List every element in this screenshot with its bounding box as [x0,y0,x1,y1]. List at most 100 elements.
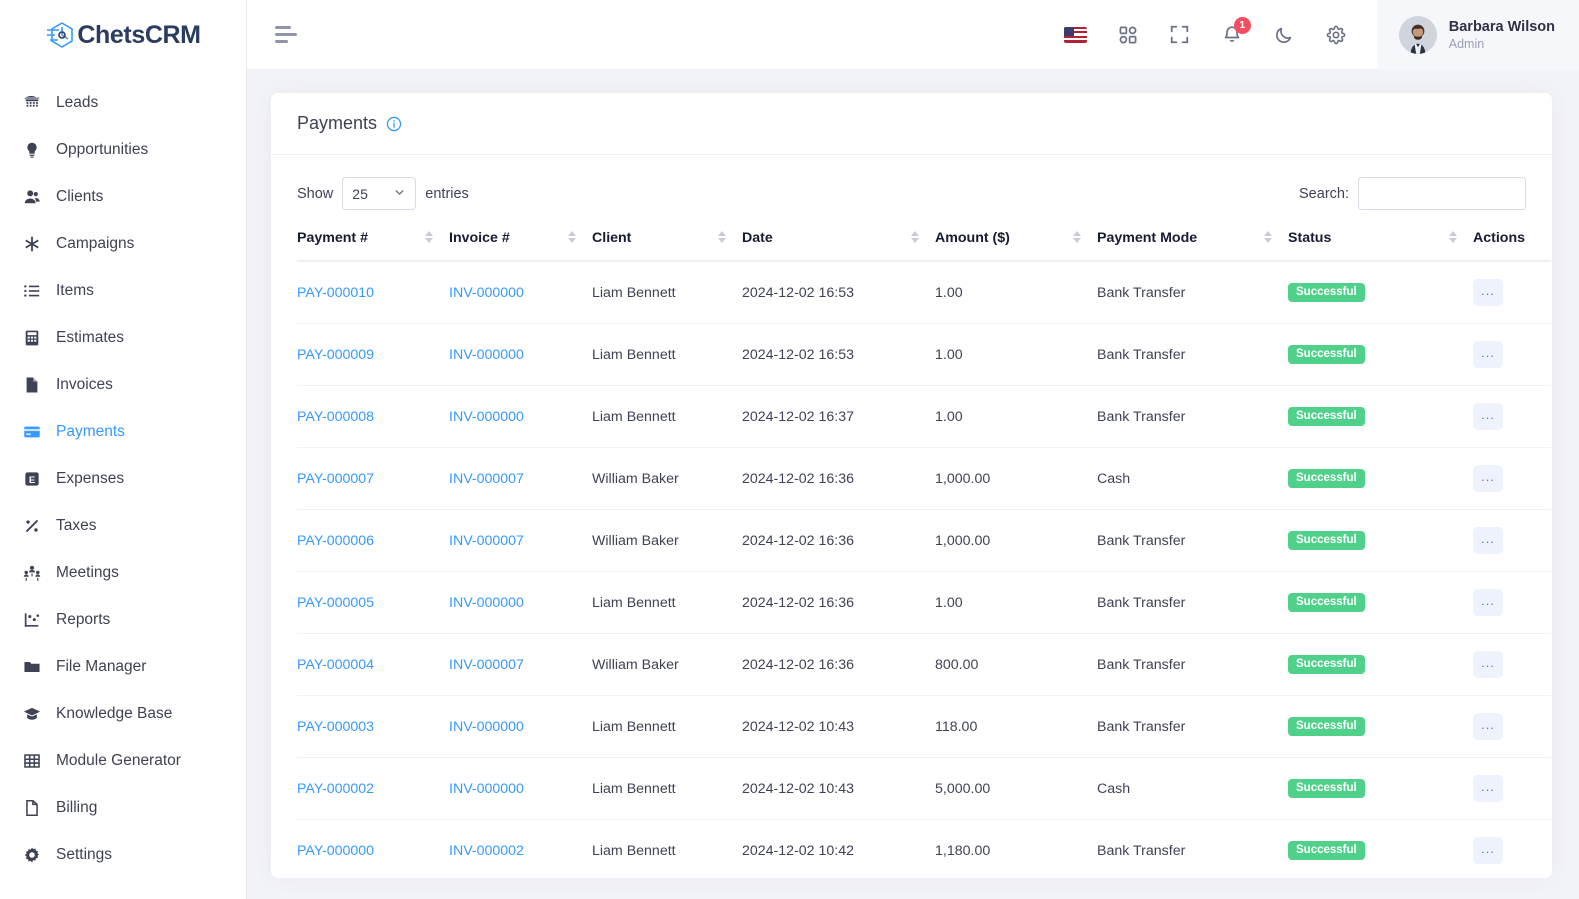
language-flag-us-icon[interactable] [1063,22,1089,48]
cell-payment-mode: Bank Transfer [1097,695,1288,758]
sidebar-item-clients[interactable]: Clients [0,173,246,220]
invoice-link[interactable]: INV-000000 [449,285,524,301]
invoice-link[interactable]: INV-000007 [449,471,524,487]
fullscreen-icon[interactable] [1167,22,1193,48]
sort-toggle-icon[interactable] [1449,231,1457,243]
invoice-link[interactable]: INV-000000 [449,347,524,363]
sidebar-item-meetings[interactable]: Meetings [0,549,246,596]
cell-payment: PAY-000010 [297,261,449,324]
payment-link[interactable]: PAY-000009 [297,347,374,363]
brand-logo-area[interactable]: ChetsCRM [0,0,246,70]
sidebar-item-expenses[interactable]: E Expenses [0,455,246,502]
user-menu[interactable]: Barbara Wilson Admin [1376,0,1579,70]
cell-date: 2024-12-02 16:53 [742,261,935,324]
telephone-icon [22,93,42,113]
sidebar-item-estimates[interactable]: Estimates [0,314,246,361]
row-actions-button[interactable]: ... [1473,775,1503,802]
column-header-amount[interactable]: Amount ($) [935,230,1097,262]
sort-toggle-icon[interactable] [425,231,433,243]
row-actions-button[interactable]: ... [1473,279,1503,306]
row-actions-button[interactable]: ... [1473,341,1503,368]
sidebar-item-knowledge-base[interactable]: Knowledge Base [0,690,246,737]
sidebar-item-reports[interactable]: Reports [0,596,246,643]
row-actions-button[interactable]: ... [1473,403,1503,430]
row-actions-button[interactable]: ... [1473,713,1503,740]
payment-link[interactable]: PAY-000008 [297,409,374,425]
sort-toggle-icon[interactable] [1073,231,1081,243]
row-actions-button[interactable]: ... [1473,465,1503,492]
row-actions-button[interactable]: ... [1473,837,1503,864]
cell-invoice: INV-000007 [449,633,592,696]
cell-amount: 1.00 [935,261,1097,324]
payment-link[interactable]: PAY-000007 [297,471,374,487]
row-actions-button[interactable]: ... [1473,527,1503,554]
column-header-payment[interactable]: Payment # [297,230,449,262]
hamburger-icon[interactable] [275,22,301,48]
payment-link[interactable]: PAY-000003 [297,719,374,735]
payment-link[interactable]: PAY-000000 [297,843,374,859]
sort-toggle-icon[interactable] [911,231,919,243]
sidebar-item-label: Estimates [56,328,125,346]
column-header-payment-mode[interactable]: Payment Mode [1097,230,1288,262]
column-header-client[interactable]: Client [592,230,742,262]
sidebar-item-file-manager[interactable]: File Manager [0,643,246,690]
column-header-status[interactable]: Status [1288,230,1473,262]
sidebar-item-label: Leads [56,93,99,111]
payment-link[interactable]: PAY-000004 [297,657,374,673]
column-header-invoice[interactable]: Invoice # [449,230,592,262]
info-circle-icon[interactable] [386,116,402,132]
invoice-link[interactable]: INV-000000 [449,409,524,425]
invoice-link[interactable]: INV-000007 [449,533,524,549]
sidebar-item-invoices[interactable]: Invoices [0,361,246,408]
cell-date: 2024-12-02 10:42 [742,819,935,882]
sidebar-item-module-generator[interactable]: Module Generator [0,737,246,784]
sidebar-item-billing[interactable]: Billing [0,784,246,831]
cell-actions: ... [1473,447,1551,510]
row-actions-button[interactable]: ... [1473,589,1503,616]
invoice-link[interactable]: INV-000000 [449,781,524,797]
page-length-select[interactable]: 25 [342,177,417,210]
sidebar-item-payments[interactable]: Payments [0,408,246,455]
cell-client: Liam Bennett [592,757,742,820]
column-header-date[interactable]: Date [742,230,935,262]
show-label: Show [297,185,334,202]
search-input[interactable] [1358,177,1526,210]
payment-link[interactable]: PAY-000002 [297,781,374,797]
dark-mode-moon-icon[interactable] [1271,22,1297,48]
cell-payment-mode: Bank Transfer [1097,633,1288,696]
payment-link[interactable]: PAY-000005 [297,595,374,611]
invoice-link[interactable]: INV-000000 [449,595,524,611]
sidebar-item-label: Invoices [56,375,113,393]
cell-client: Liam Bennett [592,571,742,634]
invoice-link[interactable]: INV-000002 [449,843,524,859]
sidebar-item-taxes[interactable]: Taxes [0,502,246,549]
cell-actions: ... [1473,571,1551,634]
sort-toggle-icon[interactable] [1264,231,1272,243]
sidebar-item-opportunities[interactable]: Opportunities [0,126,246,173]
cell-invoice: INV-000000 [449,757,592,820]
settings-gear-icon[interactable] [1323,22,1349,48]
status-badge: Successful [1288,654,1365,675]
payment-link[interactable]: PAY-000010 [297,285,374,301]
cell-amount: 1.00 [935,385,1097,448]
sidebar-item-settings[interactable]: Settings [0,831,246,878]
sidebar-item-label: Taxes [56,516,97,534]
invoice-link[interactable]: INV-000007 [449,657,524,673]
sidebar-item-leads[interactable]: Leads [0,79,246,126]
sidebar-item-campaigns[interactable]: Campaigns [0,220,246,267]
sidebar-item-items[interactable]: Items [0,267,246,314]
cell-client: William Baker [592,447,742,510]
notifications-bell-icon[interactable]: 1 [1219,16,1251,48]
sort-toggle-icon[interactable] [568,231,576,243]
cell-client: Liam Bennett [592,695,742,758]
invoice-link[interactable]: INV-000000 [449,719,524,735]
payment-link[interactable]: PAY-000006 [297,533,374,549]
status-badge: Successful [1288,592,1365,613]
apps-grid-icon[interactable] [1115,22,1141,48]
cell-payment-mode: Bank Transfer [1097,261,1288,324]
sidebar-item-label: Opportunities [56,140,149,158]
status-badge: Successful [1288,282,1365,303]
row-actions-button[interactable]: ... [1473,651,1503,678]
sort-toggle-icon[interactable] [718,231,726,243]
table-footer: Showing 1 to 10 of 10 entries Previous 1… [297,882,1526,899]
